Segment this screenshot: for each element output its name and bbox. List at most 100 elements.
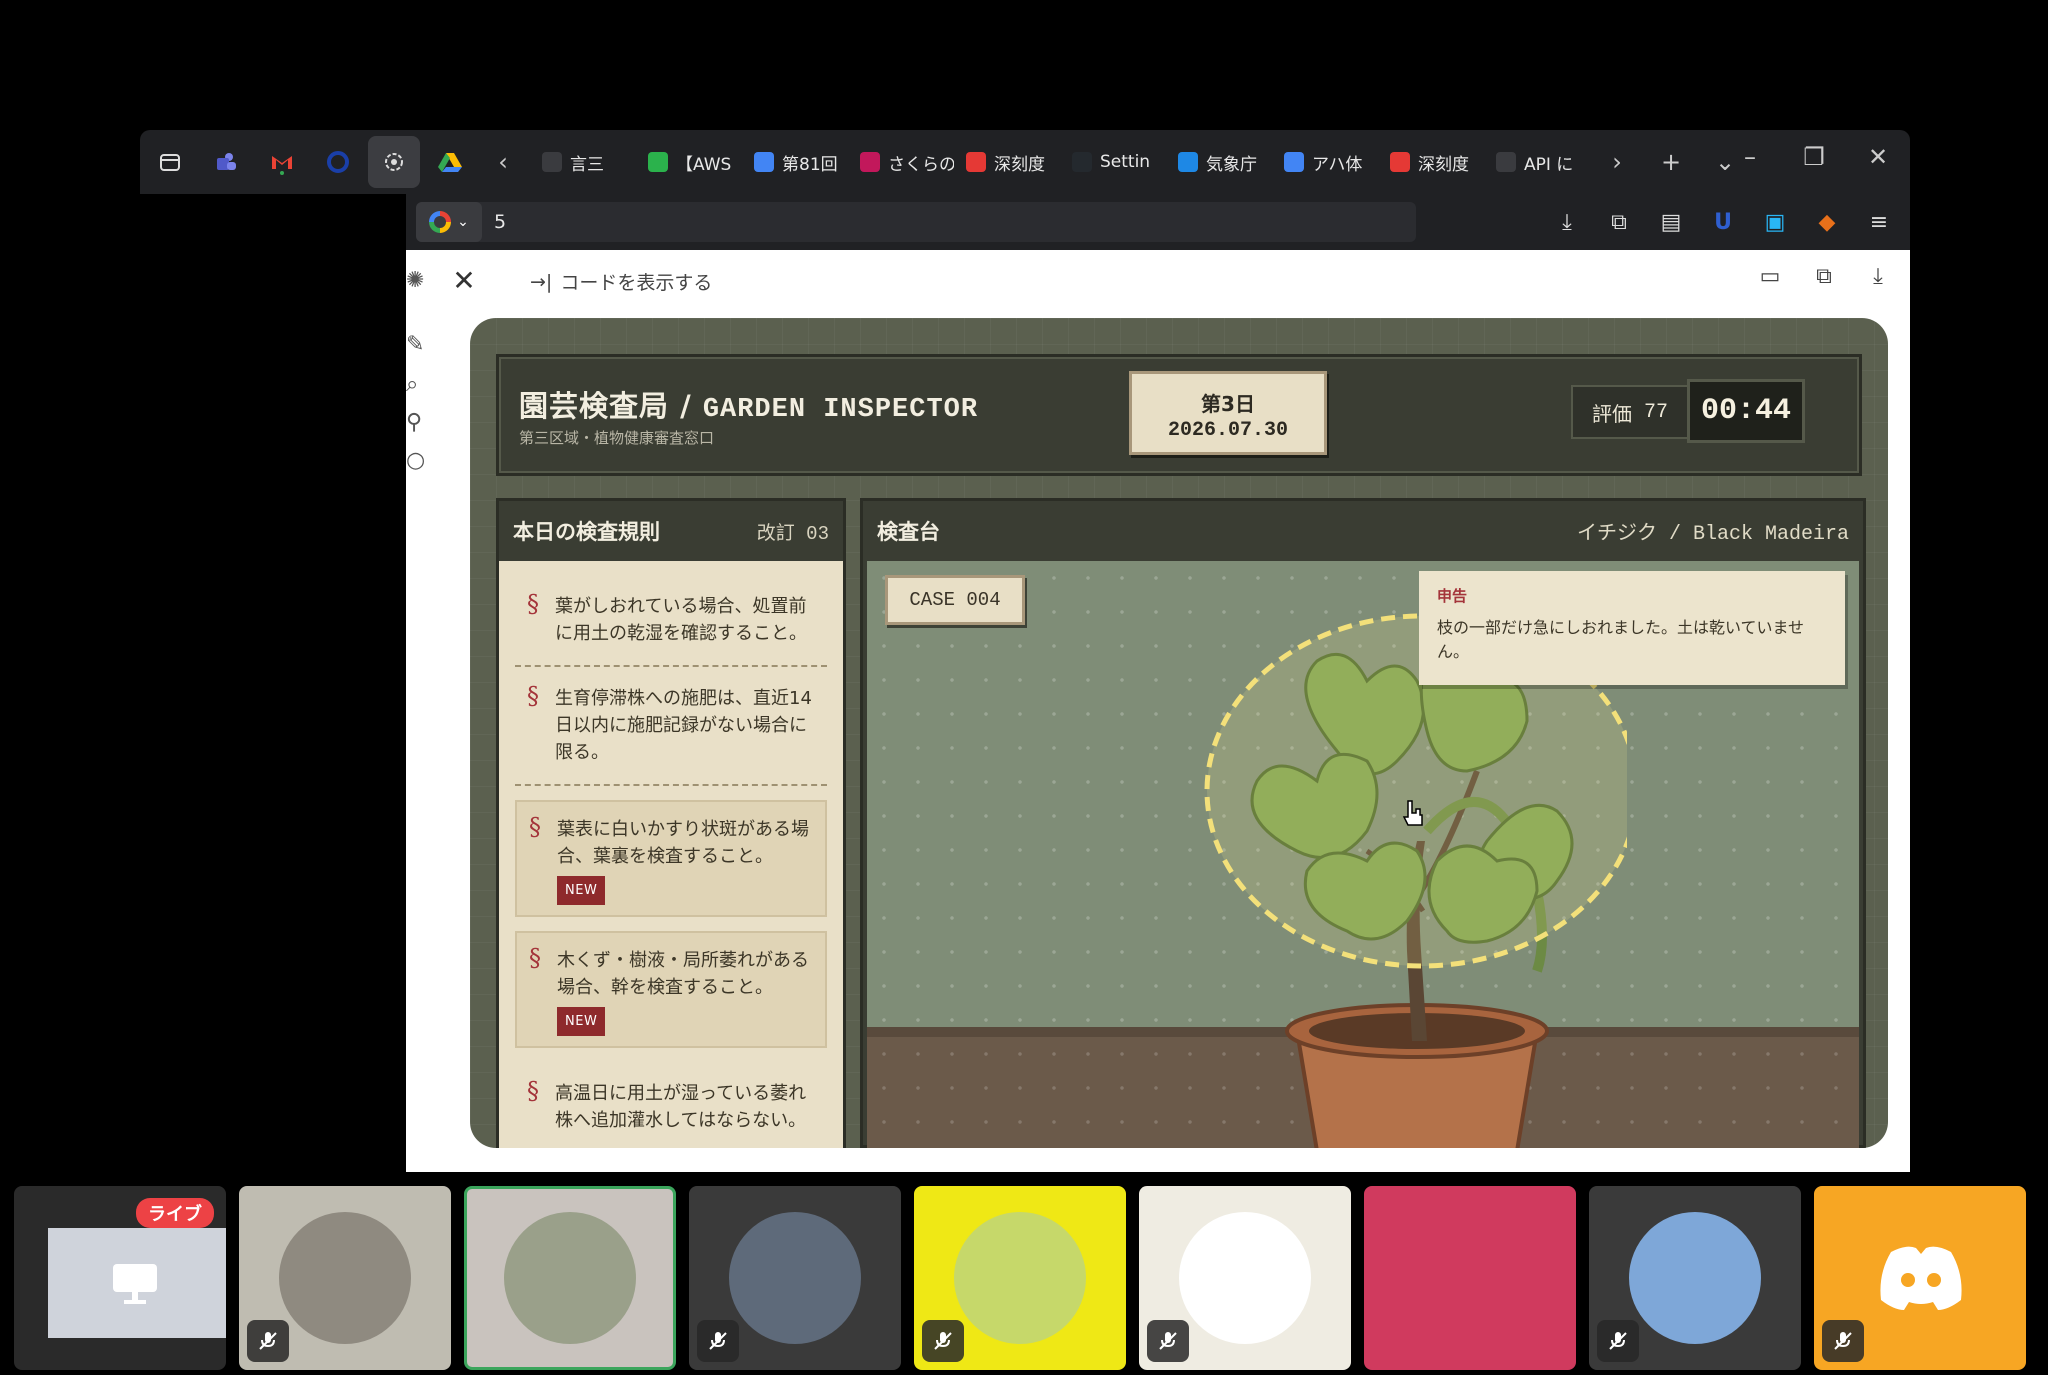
reading-list-icon[interactable]: ▤ [1648, 202, 1694, 242]
fox-icon[interactable]: ◆ [1804, 202, 1850, 242]
tab-label: 深刻度 [994, 154, 1045, 175]
circle-icon[interactable]: ○ [406, 448, 436, 478]
avatar [729, 1212, 861, 1344]
show-code-button[interactable]: →| コードを表示する [530, 268, 712, 295]
fullscreen-icon[interactable]: ▭ [1754, 264, 1786, 296]
url-text[interactable]: 5 [494, 211, 506, 233]
report-card: 申告 枝の一部だけ急にしおれました。土は乾いていません。 [1419, 571, 1845, 685]
rule-text: 葉がしおれている場合、処置前に用土の乾湿を確認すること。 [555, 596, 807, 644]
section-mark-icon: § [527, 590, 539, 618]
gmail-icon[interactable] [256, 136, 308, 188]
pin-icon[interactable]: ⚲ [406, 410, 436, 440]
train-tile[interactable] [689, 1186, 901, 1370]
address-bar: ⌄ 5 ⤓ ⧉ ▤ U ▣ ◆ ≡ [406, 194, 1910, 250]
avatar [279, 1212, 411, 1344]
jma-icon [1178, 152, 1198, 172]
logo-icon[interactable]: ✺ [406, 268, 436, 298]
timer: 00:44 [1687, 379, 1805, 443]
edit-icon[interactable]: ✎ [406, 332, 436, 362]
rule-text: 生育停滞株への施肥は、直近14日以内に施肥記録がない場合に限る。 [555, 688, 812, 763]
rule-item: § 葉表に白いかすり状斑がある場合、葉裏を検査すること。 NEW [515, 800, 827, 917]
muted-mic-icon [1597, 1320, 1639, 1362]
save-icon[interactable]: ▣ [1752, 202, 1798, 242]
rules-panel: 本日の検査規則 改訂 03 § 葉がしおれている場合、処置前に用土の乾湿を確認する… [496, 498, 846, 1148]
tab-scroll-right-icon[interactable]: › [1590, 135, 1644, 189]
minimize-icon[interactable]: – [1718, 130, 1782, 184]
show-code-label: コードを表示する [560, 272, 713, 294]
day-card: 第3日 2026.07.30 [1129, 371, 1327, 455]
smiling-man-tile[interactable] [1139, 1186, 1351, 1370]
screen-share-tile[interactable]: ライブ [14, 1186, 226, 1370]
github-icon [1072, 152, 1092, 172]
red-f-icon [1390, 152, 1410, 172]
hamster-tile[interactable] [239, 1186, 451, 1370]
screen-share-icon [113, 1264, 157, 1304]
browser-tab[interactable]: 言三 [530, 138, 636, 186]
close-viewer-icon[interactable]: ✕ [446, 264, 482, 300]
new-tab-icon[interactable]: + [1644, 135, 1698, 189]
rules-title: 本日の検査規則 [513, 520, 660, 544]
cat-book-tile[interactable] [914, 1186, 1126, 1370]
report-text: 枝の一部だけ急にしおれました。土は乾いていません。 [1437, 618, 1805, 661]
inspection-table-panel: 検査台 イチジク / Black Madeira CASE 004 申告 枝の一… [860, 498, 1866, 1148]
new-badge: NEW [557, 1007, 606, 1036]
new-badge: NEW [557, 876, 606, 905]
download-icon[interactable]: ⤓ [1544, 202, 1590, 242]
pink-tile[interactable] [1364, 1186, 1576, 1370]
report-label: 申告 [1437, 587, 1468, 605]
browser-tab[interactable]: API に [1484, 138, 1590, 186]
google-icon [1284, 152, 1304, 172]
score-label: 評価 [1591, 401, 1632, 426]
google-icon [429, 211, 452, 233]
shiba-tile[interactable] [464, 1186, 676, 1370]
chatgpt-icon[interactable] [368, 136, 420, 188]
tab-label: さくらの [888, 154, 954, 175]
circle-app-icon[interactable] [312, 136, 364, 188]
rules-revision: 改訂 03 [756, 522, 829, 545]
tab-label: 【AWS [676, 154, 732, 175]
ublock-icon[interactable]: U [1700, 202, 1746, 242]
close-window-icon[interactable]: ✕ [1846, 130, 1910, 184]
tab-scroll-left-icon[interactable]: ‹ [476, 135, 530, 189]
avatar [954, 1212, 1086, 1344]
search-icon[interactable]: ⌕ [406, 372, 436, 402]
rule-item: § 葉がしおれている場合、処置前に用土の乾湿を確認すること。 [515, 575, 827, 667]
person-cap-tile[interactable] [1589, 1186, 1801, 1370]
section-mark-icon: § [527, 1077, 539, 1105]
page-content: ✺ ✎ ⌕ ⚲ ○ ✕ →| コードを表示する ▭ ⧉ ⤓ 園芸検査局 / GA… [406, 250, 1910, 1172]
extensions-icon[interactable]: ⧉ [1596, 202, 1642, 242]
table-title: 検査台 [877, 520, 940, 544]
browser-tab[interactable]: 第81回 [742, 138, 848, 186]
muted-mic-icon [1822, 1320, 1864, 1362]
browser-tab[interactable]: 深刻度 [954, 138, 1060, 186]
discord-tile[interactable] [1814, 1186, 2026, 1370]
tab-search-icon[interactable] [144, 136, 196, 188]
browser-tab[interactable]: 深刻度 [1378, 138, 1484, 186]
tab-label: 第81回 [782, 154, 838, 175]
tab-bar: ‹ 言三 【AWS 第81回 さくらの 深刻度 Settin 気象庁 アハ体 深刻度 API に … [140, 130, 1910, 194]
omnibox[interactable]: ⌄ 5 [416, 202, 1416, 242]
green-app-icon [648, 152, 668, 172]
download-artifact-icon[interactable]: ⤓ [1862, 264, 1894, 296]
search-engine-button[interactable]: ⌄ [416, 202, 482, 242]
tab-label: 言三 [570, 154, 604, 175]
teams-icon[interactable] [200, 136, 252, 188]
section-mark-icon: § [529, 944, 541, 972]
avatar [504, 1212, 636, 1344]
muted-mic-icon [922, 1320, 964, 1362]
browser-tab[interactable]: Settin [1060, 138, 1166, 186]
browser-tab[interactable]: さくらの [848, 138, 954, 186]
restore-icon[interactable]: ❐ [1782, 130, 1846, 184]
copy-icon[interactable]: ⧉ [1808, 264, 1840, 296]
browser-tab[interactable]: 【AWS [636, 138, 742, 186]
call-participants-strip: ライブ [14, 1186, 2034, 1370]
rule-item: § 生育停滞株への施肥は、直近14日以内に施肥記録がない場合に限る。 [515, 667, 827, 786]
red-f-icon [966, 152, 986, 172]
menu-icon[interactable]: ≡ [1856, 202, 1902, 242]
browser-tab[interactable]: アハ体 [1272, 138, 1378, 186]
tab-label: 深刻度 [1418, 154, 1469, 175]
drive-icon[interactable] [424, 136, 476, 188]
browser-tab[interactable]: 気象庁 [1166, 138, 1272, 186]
game-header: 園芸検査局 / GARDEN INSPECTOR 第三区域・植物健康審査窓口 第… [496, 354, 1862, 476]
chevron-down-icon: ⌄ [457, 214, 469, 230]
